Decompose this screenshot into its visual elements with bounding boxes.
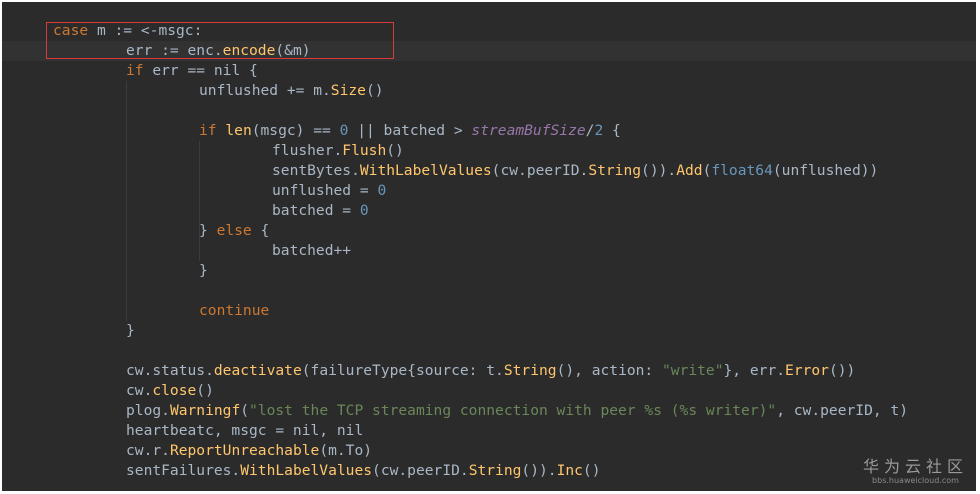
code-token: "lost the TCP streaming connection with … <box>249 402 777 419</box>
code-token: unflushed += m. <box>199 82 331 99</box>
code-token: unflushed = <box>272 182 378 199</box>
code-token: || batched > <box>348 122 472 139</box>
code-line[interactable]: } <box>199 261 208 281</box>
code-line[interactable]: unflushed = 0 <box>272 181 386 201</box>
code-token: err == nil { <box>143 62 258 79</box>
code-token: batched = <box>272 202 360 219</box>
code-token: if <box>126 62 144 79</box>
code-line[interactable]: if len(msgc) == 0 || batched > streamBuf… <box>199 121 621 141</box>
code-token: } <box>199 222 217 239</box>
code-token: (cw.peerID. <box>372 462 469 479</box>
code-token: } <box>199 262 208 279</box>
code-token: ReportUnreachable <box>169 442 320 459</box>
code-token: ( <box>240 402 250 419</box>
code-token: heartbeatc, msgc = nil, nil <box>126 422 364 439</box>
code-token: cw.r. <box>126 442 170 459</box>
code-token: Flush <box>342 142 387 159</box>
indent-guide <box>126 81 127 321</box>
code-token: close <box>152 382 197 399</box>
code-token: () <box>386 142 404 159</box>
code-token: cw. <box>126 382 153 399</box>
code-line[interactable]: if err == nil { <box>126 61 258 81</box>
code-token: ()) <box>828 362 856 379</box>
code-token: 2 <box>594 122 604 139</box>
code-line[interactable]: cw.close() <box>126 381 214 401</box>
indent-guide <box>199 141 200 261</box>
code-token: WithLabelValues <box>359 162 492 179</box>
code-token: WithLabelValues <box>240 462 373 479</box>
code-token: Warningf <box>169 402 241 419</box>
code-line[interactable]: cw.status.deactivate(failureType{source:… <box>126 361 855 381</box>
code-token: len <box>225 122 252 139</box>
code-token: String <box>468 462 522 479</box>
code-line[interactable]: plog.Warningf("lost the TCP streaming co… <box>126 401 908 421</box>
code-token: }, err. <box>723 362 786 379</box>
code-editor[interactable]: case m := <-msgc: err := enc.encode(&m) if… <box>2 2 976 491</box>
code-token: { <box>251 222 270 239</box>
code-token: Add <box>676 162 703 179</box>
code-token: plog. <box>126 402 170 419</box>
code-token: sentBytes. <box>272 162 360 179</box>
code-token: , cw.peerID, t) <box>776 402 908 419</box>
code-token: (), action: <box>556 362 662 379</box>
screenshot-frame: case m := <-msgc: err := enc.encode(&m) if… <box>0 0 980 494</box>
code-token: (unflushed)) <box>772 162 879 179</box>
code-token: 0 <box>377 182 387 199</box>
code-line[interactable]: batched++ <box>272 241 351 261</box>
code-token: (cw.peerID. <box>491 162 589 179</box>
code-token: else <box>216 222 252 239</box>
code-token: continue <box>199 302 270 319</box>
code-token: () <box>582 462 601 479</box>
code-token: } <box>126 322 135 339</box>
code-token: flusher. <box>272 142 343 159</box>
code-token: String <box>503 362 557 379</box>
red-highlight-box <box>46 22 394 59</box>
code-token: deactivate <box>213 362 302 379</box>
code-token: Inc <box>556 462 583 479</box>
code-token: () <box>196 382 214 399</box>
code-line[interactable]: continue <box>199 301 269 321</box>
code-token: ()). <box>641 162 677 179</box>
code-token: (msgc) == <box>251 122 340 139</box>
code-token: (failureType{source: t. <box>301 362 504 379</box>
code-token: "write" <box>662 362 724 379</box>
code-line[interactable]: sentBytes.WithLabelValues(cw.peerID.Stri… <box>272 161 878 181</box>
code-token: Error <box>785 362 829 379</box>
code-token: if <box>199 122 217 139</box>
code-token: batched++ <box>272 242 352 259</box>
code-line[interactable]: sentFailures.WithLabelValues(cw.peerID.S… <box>126 461 601 481</box>
code-line[interactable]: heartbeatc, msgc = nil, nil <box>126 421 363 441</box>
code-token: streamBufSize <box>471 122 586 139</box>
code-line[interactable]: cw.r.ReportUnreachable(m.To) <box>126 441 372 461</box>
code-token: 0 <box>359 202 369 219</box>
code-line[interactable]: flusher.Flush() <box>272 141 404 161</box>
code-token: ()). <box>521 462 557 479</box>
watermark: 华为云社区 bbs.huaweicloud.com <box>863 458 968 486</box>
code-line[interactable]: } <box>126 321 135 341</box>
code-token: sentFailures. <box>126 462 241 479</box>
code-token: cw.status. <box>126 362 214 379</box>
code-token: { <box>603 122 621 139</box>
code-token: () <box>365 82 384 99</box>
code-token: String <box>588 162 642 179</box>
watermark-title: 华为云社区 <box>862 457 968 476</box>
code-token: Size <box>330 82 366 99</box>
code-token: (m.To) <box>319 442 373 459</box>
code-token: float64 <box>711 162 773 179</box>
code-line[interactable]: } else { <box>199 221 269 241</box>
code-line[interactable]: batched = 0 <box>272 201 369 221</box>
watermark-url: bbs.huaweicloud.com <box>872 476 959 485</box>
code-line[interactable]: unflushed += m.Size() <box>199 81 384 101</box>
